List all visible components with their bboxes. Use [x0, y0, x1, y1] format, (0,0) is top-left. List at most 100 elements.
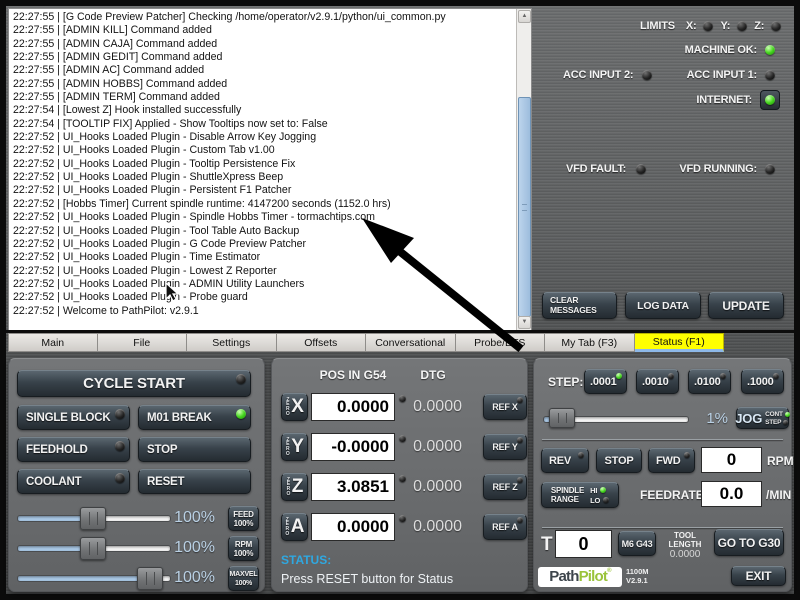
single-block-button[interactable]: SINGLE BLOCK	[17, 405, 130, 430]
ref-y-button[interactable]: REF Y	[483, 434, 527, 460]
acc-input-2-led	[642, 70, 652, 80]
feed-override-handle[interactable]	[80, 507, 106, 530]
pathpilot-screen: 22:27:55 | [G Code Preview Patcher] Chec…	[0, 0, 800, 600]
feedhold-button[interactable]: FEEDHOLD	[17, 437, 130, 462]
ref-a-button[interactable]: REF A	[483, 514, 527, 540]
tab-status-f1[interactable]: Status (F1)	[635, 333, 725, 352]
jog-step-0100-label: .0100	[694, 376, 721, 388]
feed-reset-button[interactable]: FEED 100%	[228, 506, 259, 531]
vfd-fault-led	[636, 164, 646, 174]
tab-probe-ets[interactable]: Probe/ETS	[456, 333, 546, 352]
logo-path-text: Path	[549, 567, 578, 586]
log-line: 22:27:52 | UI_Hooks Loaded Plugin - Shut…	[13, 171, 513, 184]
feedrate-label: FEEDRATE:	[640, 488, 708, 502]
tab-file[interactable]: File	[98, 333, 188, 352]
zero-x-label: ZERO	[285, 398, 290, 416]
cycle-start-label: CYCLE START	[83, 375, 185, 392]
jog-step-0100-button[interactable]: .0100	[688, 369, 731, 394]
zero-z-button[interactable]: ZERO Z	[281, 473, 308, 501]
divider-2	[542, 527, 783, 528]
tab-my-tab-f3[interactable]: My Tab (F3)	[545, 333, 635, 352]
a-pos-display[interactable]: 0.0000	[311, 513, 395, 541]
ref-x-button[interactable]: REF X	[483, 394, 527, 420]
spindle-rev-button[interactable]: REV	[541, 448, 589, 473]
ref-y-label: REF Y	[492, 442, 517, 452]
vfd-running-led	[765, 164, 775, 174]
internet-label: INTERNET:	[696, 94, 752, 106]
stop-button[interactable]: STOP	[138, 437, 251, 462]
scroll-down-icon[interactable]: ▼	[518, 316, 531, 329]
spindle-range-button[interactable]: SPINDLE RANGE HI LO	[541, 482, 619, 508]
tab-main[interactable]: Main	[8, 333, 98, 352]
maxvel-override-handle[interactable]	[137, 567, 163, 590]
cycle-start-led	[236, 374, 246, 384]
exit-button[interactable]: EXIT	[731, 566, 786, 586]
log-scrollbar[interactable]: ▲ ▼	[516, 9, 531, 330]
feed-reset-label: FEED	[233, 510, 254, 519]
m6-g43-button[interactable]: M6 G43	[618, 531, 656, 556]
ref-z-button[interactable]: REF Z	[483, 474, 527, 500]
tool-length-value: 0.0000	[657, 549, 713, 560]
log-line: 22:27:55 | [ADMIN CAJA] Command added	[13, 38, 513, 51]
jog-mode-button[interactable]: JOG CONT STEP	[736, 407, 789, 429]
goto-g30-button[interactable]: GO TO G30	[714, 529, 784, 556]
jog-step-0010-button[interactable]: .0010	[636, 369, 679, 394]
machine-ok-led	[765, 45, 775, 55]
status-indicator-panel: LIMITS X: Y: Z: MACHINE OK: ACC INPUT 2:…	[540, 8, 792, 331]
jog-speed-handle[interactable]	[549, 408, 575, 428]
coolant-label: COOLANT	[26, 476, 81, 488]
update-button[interactable]: UPDATE	[708, 292, 784, 319]
log-data-button[interactable]: LOG DATA	[625, 292, 701, 319]
feedrate-display[interactable]: 0.0	[701, 481, 762, 507]
y-dtg-value: 0.0000	[408, 433, 462, 461]
tool-number-input[interactable]: 0	[555, 530, 612, 558]
ref-a-led	[517, 517, 523, 523]
rpm-override-value: 100%	[169, 539, 215, 557]
y-pos-display[interactable]: -0.0000	[311, 433, 395, 461]
jog-cont-label: CONT	[765, 411, 783, 418]
scrollbar-thumb[interactable]	[518, 97, 531, 317]
jog-step-0001-button[interactable]: .0001	[584, 369, 627, 394]
log-output: 22:27:55 | [G Code Preview Patcher] Chec…	[13, 11, 513, 328]
tab-bar: Main File Settings Offsets Conversationa…	[8, 333, 724, 352]
jog-spindle-panel: STEP: .0001 .0010 .0100 .1000 1% JOG CON…	[533, 358, 792, 592]
zero-x-button[interactable]: ZERO X	[281, 393, 308, 421]
tab-conversational[interactable]: Conversational	[366, 333, 456, 352]
zero-y-button[interactable]: ZERO Y	[281, 433, 308, 461]
log-line: 22:27:55 | [ADMIN AC] Command added	[13, 64, 513, 77]
axis-z-letter: Z	[292, 476, 303, 498]
clear-messages-button[interactable]: CLEAR MESSAGES	[542, 292, 617, 319]
log-line: 22:27:52 | UI_Hooks Loaded Plugin - ADMI…	[13, 278, 513, 291]
pathpilot-logo: PathPilot®	[538, 567, 622, 587]
rpm-reset-button[interactable]: RPM 100%	[228, 536, 259, 561]
coolant-button[interactable]: COOLANT	[17, 469, 130, 494]
spindle-fwd-button[interactable]: FWD	[648, 448, 695, 473]
registered-mark-icon: ®	[607, 567, 611, 575]
m01-break-button[interactable]: M01 BREAK	[138, 405, 251, 430]
log-line: 22:27:55 | [ADMIN KILL] Command added	[13, 24, 513, 37]
zero-a-button[interactable]: ZERO A	[281, 513, 308, 541]
z-pos-display[interactable]: 3.0851	[311, 473, 395, 501]
rpm-reset-value: 100%	[234, 549, 254, 558]
spindle-rpm-display[interactable]: 0	[701, 447, 762, 473]
machine-ok-label: MACHINE OK:	[685, 44, 757, 56]
jog-step-1000-button[interactable]: .1000	[741, 369, 784, 394]
scroll-up-icon[interactable]: ▲	[518, 10, 531, 23]
rpm-override-handle[interactable]	[80, 537, 106, 560]
reset-button[interactable]: RESET	[138, 469, 251, 494]
reset-label: RESET	[147, 476, 184, 488]
tool-length-label: TOOL LENGTH	[657, 531, 713, 549]
log-line: 22:27:52 | UI_Hooks Loaded Plugin - Disa…	[13, 131, 513, 144]
axis-x-letter: X	[291, 396, 303, 418]
spindle-stop-button[interactable]: STOP	[596, 448, 642, 473]
maxvel-reset-button[interactable]: MAXVEL 100%	[228, 566, 259, 591]
tab-offsets[interactable]: Offsets	[277, 333, 367, 352]
tab-settings[interactable]: Settings	[187, 333, 277, 352]
x-pos-display[interactable]: 0.0000	[311, 393, 395, 421]
internet-led	[765, 95, 775, 105]
jog-cont-led	[785, 412, 790, 417]
maxvel-override-value: 100%	[169, 569, 215, 587]
cycle-start-button[interactable]: CYCLE START	[17, 370, 251, 397]
divider-1	[542, 439, 783, 440]
log-line: 22:27:54 | [TOOLTIP FIX] Applied - Show …	[13, 118, 513, 131]
